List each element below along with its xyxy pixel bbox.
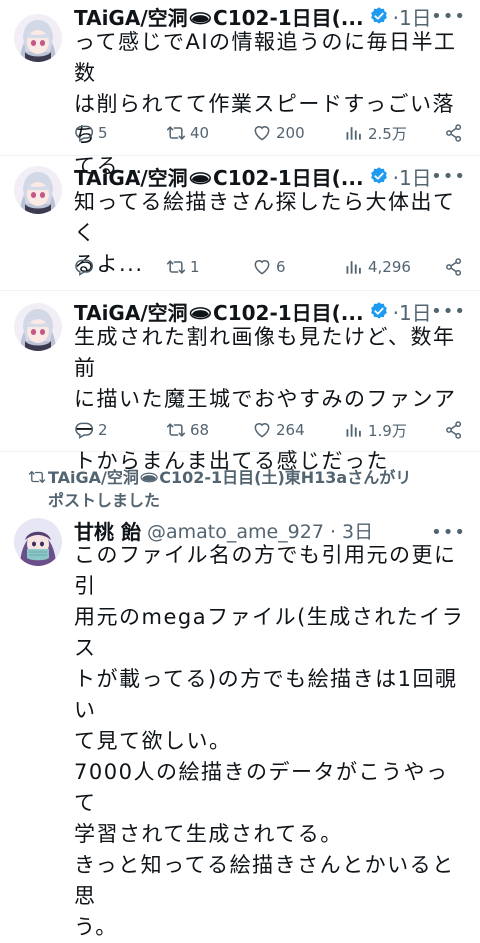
views-icon bbox=[344, 257, 364, 277]
retweet-icon bbox=[166, 123, 186, 143]
retweet-button[interactable]: 1 bbox=[166, 257, 252, 277]
avatar[interactable] bbox=[14, 303, 62, 351]
tweet-text: このファイル名の方でも引用元の更に引 用元のmegaファイル(生成されたイラス … bbox=[74, 543, 465, 939]
retweet-count: 40 bbox=[190, 124, 210, 142]
views-button[interactable]: 2.5万 bbox=[344, 123, 436, 144]
retweet-icon bbox=[166, 257, 186, 277]
avatar[interactable] bbox=[14, 166, 62, 214]
like-icon bbox=[252, 123, 272, 143]
reply-count: 2 bbox=[98, 421, 108, 439]
tweet[interactable]: TAiGA/空洞🕳C102-1日目(... ·1日 ••• 生成された割れ画像も… bbox=[0, 291, 480, 473]
share-button[interactable] bbox=[444, 257, 464, 277]
verified-badge-icon bbox=[369, 6, 389, 26]
tweet-header: TAiGA/空洞🕳C102-1日目(... ·1日 bbox=[74, 297, 460, 325]
like-count: 6 bbox=[276, 258, 286, 276]
like-count: 264 bbox=[276, 421, 305, 439]
reply-button[interactable] bbox=[74, 257, 160, 277]
avatar[interactable] bbox=[14, 518, 62, 566]
avatar[interactable] bbox=[14, 14, 62, 62]
like-button[interactable]: 6 bbox=[252, 257, 344, 277]
tweet[interactable]: TAiGA/空洞🕳C102-1日目(... ·1日 ••• って感じでAIの情報… bbox=[0, 0, 480, 178]
views-button[interactable]: 4,296 bbox=[344, 257, 436, 277]
repost-text: TAiGA/空洞🕳C102-1日目(土)東H13aさんがリ ポストしました bbox=[48, 468, 412, 510]
verified-badge-icon bbox=[369, 301, 389, 321]
like-count: 200 bbox=[276, 124, 305, 142]
share-button[interactable] bbox=[444, 420, 464, 440]
tweet[interactable]: TAiGA/空洞🕳C102-1日目(土)東H13aさんがリ ポストしました 甘桃… bbox=[0, 452, 480, 939]
more-icon[interactable]: ••• bbox=[431, 301, 466, 322]
like-icon bbox=[252, 420, 272, 440]
retweet-button[interactable]: 68 bbox=[166, 420, 252, 440]
retweet-icon bbox=[166, 420, 186, 440]
more-icon[interactable]: ••• bbox=[431, 166, 466, 187]
share-button[interactable] bbox=[444, 123, 464, 143]
like-button[interactable]: 200 bbox=[252, 123, 344, 143]
reply-icon bbox=[74, 257, 94, 277]
views-icon bbox=[344, 420, 364, 440]
reply-button[interactable]: 2 bbox=[74, 420, 160, 440]
reply-count: 5 bbox=[98, 124, 108, 142]
reply-button[interactable]: 5 bbox=[74, 123, 160, 143]
tweet-header: TAiGA/空洞🕳C102-1日目(... ·1日 bbox=[74, 2, 460, 30]
action-bar: 1 6 4,296 bbox=[74, 254, 464, 280]
action-bar: 5 40 200 2.5万 bbox=[74, 120, 464, 146]
like-button[interactable]: 264 bbox=[252, 420, 344, 440]
share-icon bbox=[444, 257, 464, 277]
like-icon bbox=[252, 257, 272, 277]
repost-indicator[interactable]: TAiGA/空洞🕳C102-1日目(土)東H13aさんがリ ポストしました bbox=[48, 466, 466, 512]
views-count: 4,296 bbox=[368, 258, 411, 276]
share-icon bbox=[444, 123, 464, 143]
action-bar: 2 68 264 1.9万 bbox=[74, 417, 464, 443]
views-count: 1.9万 bbox=[368, 421, 407, 440]
share-icon bbox=[444, 420, 464, 440]
retweet-icon bbox=[28, 468, 46, 486]
verified-badge-icon bbox=[369, 166, 389, 186]
reply-icon bbox=[74, 420, 94, 440]
views-button[interactable]: 1.9万 bbox=[344, 420, 436, 441]
more-icon[interactable]: ••• bbox=[431, 6, 466, 27]
tweet[interactable]: TAiGA/空洞🕳C102-1日目(... ·1日 ••• 知ってる絵描きさん探… bbox=[0, 156, 480, 291]
retweet-count: 68 bbox=[190, 421, 210, 439]
views-count: 2.5万 bbox=[368, 124, 407, 143]
reply-icon bbox=[74, 123, 94, 143]
retweet-button[interactable]: 40 bbox=[166, 123, 252, 143]
views-icon bbox=[344, 123, 364, 143]
retweet-count: 1 bbox=[190, 258, 200, 276]
tweet-header: TAiGA/空洞🕳C102-1日目(... ·1日 bbox=[74, 162, 460, 190]
